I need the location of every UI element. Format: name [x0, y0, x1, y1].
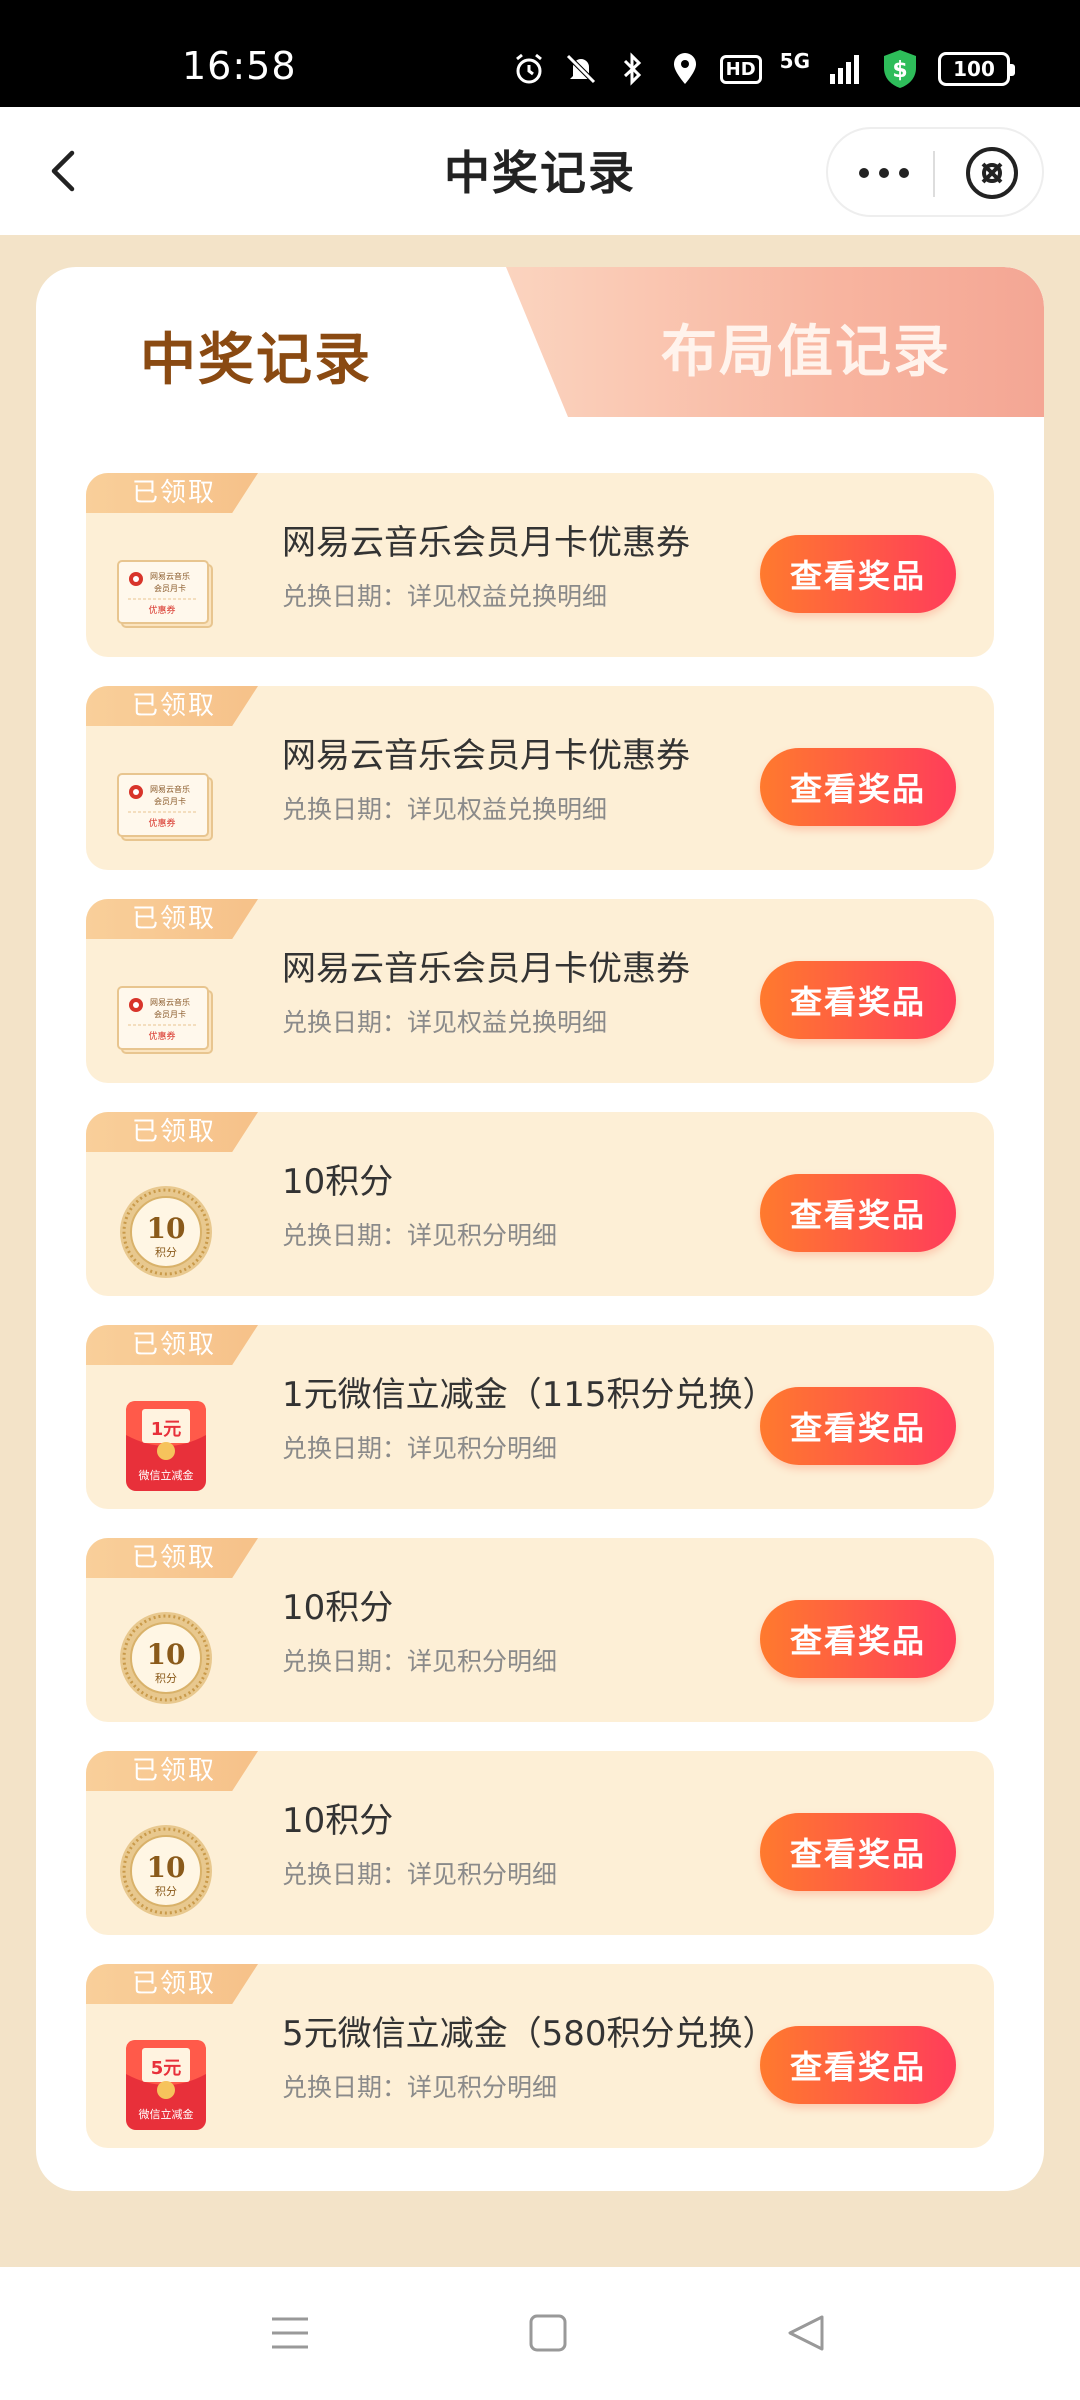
prize-record-item: 已领取 10 积分 10积分 兑换日期：详见积分明细 查看奖品 — [86, 1538, 994, 1722]
prize-record-item: 已领取 5元微信立减金 5元微信立减金（580积分兑换） 兑换日期：详见积分明细 查看奖… — [86, 1964, 994, 2148]
points-thumb-unit: 积分 — [155, 1672, 177, 1685]
view-prize-button[interactable]: 查看奖品 — [760, 2026, 956, 2104]
location-icon — [668, 52, 702, 86]
status-icons: HD 5G $ 100 — [512, 48, 1015, 90]
coupon-thumb-line3: 优惠券 — [148, 604, 175, 616]
prize-record-item: 已领取 网易云音乐 会员月卡 优惠券 网易云音乐会员月卡优惠券 兑换日期：详见权益兑换明细… — [86, 686, 994, 870]
claimed-badge: 已领取 — [86, 1751, 258, 1791]
records-card: 中奖记录 布局值记录 已领取 网易云音乐 会员月卡 优惠券 网易云音乐会员月卡优惠券 兑换… — [36, 267, 1044, 2191]
redeem-date-text: 兑换日期：详见权益兑换明细 — [282, 1008, 608, 1037]
records-list: 已领取 网易云音乐 会员月卡 优惠券 网易云音乐会员月卡优惠券 兑换日期：详见权益兑换明细… — [86, 473, 994, 2177]
redpacket-thumb-label: 微信立减金 — [139, 1468, 194, 1482]
points-coin-thumbnail: 10 积分 — [116, 1821, 216, 1921]
red-packet-thumbnail: 5元微信立减金 — [116, 2034, 216, 2134]
prize-record-item: 已领取 10 积分 10积分 兑换日期：详见积分明细 查看奖品 — [86, 1751, 994, 1935]
redeem-date-text: 兑换日期：详见积分明细 — [282, 1434, 558, 1463]
prize-title: 10积分 — [282, 1588, 394, 1628]
coupon-thumbnail: 网易云音乐会员月卡优惠券 — [116, 756, 216, 856]
nav-bar: 中奖记录 — [0, 107, 1080, 235]
redeem-date-text: 兑换日期：详见积分明细 — [282, 1221, 558, 1250]
points-thumb-value: 10 — [147, 1212, 186, 1245]
points-thumb-value: 10 — [147, 1638, 186, 1671]
coupon-thumb-line2: 会员月卡 — [154, 796, 186, 806]
coupon-thumb-line2: 会员月卡 — [154, 583, 186, 593]
prize-record-item: 已领取 10 积分 10积分 兑换日期：详见积分明细 查看奖品 — [86, 1112, 994, 1296]
prize-record-item: 已领取 1元微信立减金 1元微信立减金（115积分兑换） 兑换日期：详见积分明细 查看奖… — [86, 1325, 994, 1509]
coupon-thumbnail: 网易云音乐会员月卡优惠券 — [116, 969, 216, 1069]
view-prize-button[interactable]: 查看奖品 — [760, 1174, 956, 1252]
redeem-date-text: 兑换日期：详见积分明细 — [282, 1647, 558, 1676]
coupon-thumbnail: 网易云音乐会员月卡优惠券 — [116, 543, 216, 643]
svg-text:$: $ — [892, 58, 907, 83]
redeem-date-text: 兑换日期：详见积分明细 — [282, 1860, 558, 1889]
coupon-thumb-line3: 优惠券 — [148, 1030, 175, 1042]
prize-record-item: 已领取 网易云音乐 会员月卡 优惠券 网易云音乐会员月卡优惠券 兑换日期：详见权益兑换明细… — [86, 899, 994, 1083]
tab-bar: 中奖记录 布局值记录 — [36, 267, 1044, 417]
claimed-badge: 已领取 — [86, 473, 258, 513]
prize-title: 5元微信立减金（580积分兑换） — [282, 2014, 777, 2054]
status-time: 16:58 — [182, 44, 297, 88]
security-shield-icon: $ — [880, 48, 920, 90]
hd-badge: HD — [719, 54, 762, 84]
network-type: 5G — [779, 49, 810, 73]
coupon-thumb-line2: 会员月卡 — [154, 1009, 186, 1019]
battery-indicator: 100 — [938, 52, 1015, 86]
system-nav-bar — [0, 2267, 1080, 2400]
capsule-divider — [933, 151, 935, 197]
claimed-badge: 已领取 — [86, 899, 258, 939]
redeem-date-text: 兑换日期：详见权益兑换明细 — [282, 795, 608, 824]
coupon-thumb-line3: 优惠券 — [148, 817, 175, 829]
points-thumb-value: 10 — [147, 1851, 186, 1884]
close-circle-icon[interactable] — [964, 145, 1020, 201]
redeem-date-text: 兑换日期：详见权益兑换明细 — [282, 582, 608, 611]
red-packet-thumbnail: 1元微信立减金 — [116, 1395, 216, 1495]
view-prize-button[interactable]: 查看奖品 — [760, 1600, 956, 1678]
prize-record-item: 已领取 网易云音乐 会员月卡 优惠券 网易云音乐会员月卡优惠券 兑换日期：详见权益兑换明细… — [86, 473, 994, 657]
points-thumb-unit: 积分 — [155, 1885, 177, 1898]
bluetooth-icon — [616, 52, 650, 86]
mini-program-capsule — [826, 127, 1044, 217]
prize-title: 10积分 — [282, 1162, 394, 1202]
coupon-thumb-line1: 网易云音乐 — [150, 571, 190, 581]
tab-prize-records[interactable]: 中奖记录 — [76, 315, 436, 396]
points-coin-thumbnail: 10 积分 — [116, 1608, 216, 1708]
redeem-date-text: 兑换日期：详见积分明细 — [282, 2073, 558, 2102]
mute-bell-icon — [564, 52, 598, 86]
menu-icon[interactable] — [268, 2311, 312, 2355]
tab-layout-value-records[interactable]: 布局值记录 — [626, 307, 986, 388]
view-prize-button[interactable]: 查看奖品 — [760, 1813, 956, 1891]
prize-title: 网易云音乐会员月卡优惠券 — [282, 736, 690, 776]
coupon-thumb-line1: 网易云音乐 — [150, 784, 190, 794]
coupon-thumb-line1: 网易云音乐 — [150, 997, 190, 1007]
home-square-icon[interactable] — [526, 2311, 570, 2355]
prize-title: 网易云音乐会员月卡优惠券 — [282, 949, 690, 989]
alarm-icon — [512, 52, 546, 86]
redpacket-thumb-value: 1元 — [151, 1419, 182, 1440]
claimed-badge: 已领取 — [86, 1964, 258, 2004]
claimed-badge: 已领取 — [86, 1325, 258, 1365]
view-prize-button[interactable]: 查看奖品 — [760, 535, 956, 613]
prize-title: 10积分 — [282, 1801, 394, 1841]
view-prize-button[interactable]: 查看奖品 — [760, 961, 956, 1039]
more-dots-icon[interactable] — [854, 153, 914, 193]
back-triangle-icon[interactable] — [784, 2311, 828, 2355]
prize-title: 网易云音乐会员月卡优惠券 — [282, 523, 690, 563]
redpacket-thumb-label: 微信立减金 — [139, 2107, 194, 2121]
points-thumb-unit: 积分 — [155, 1246, 177, 1259]
points-coin-thumbnail: 10 积分 — [116, 1182, 216, 1282]
prize-title: 1元微信立减金（115积分兑换） — [282, 1375, 777, 1415]
claimed-badge: 已领取 — [86, 1112, 258, 1152]
view-prize-button[interactable]: 查看奖品 — [760, 748, 956, 826]
view-prize-button[interactable]: 查看奖品 — [760, 1387, 956, 1465]
claimed-badge: 已领取 — [86, 1538, 258, 1578]
claimed-badge: 已领取 — [86, 686, 258, 726]
signal-icon — [828, 52, 862, 86]
status-bar: 16:58 HD 5G $ 100 — [0, 0, 1080, 107]
redpacket-thumb-value: 5元 — [151, 2058, 182, 2079]
